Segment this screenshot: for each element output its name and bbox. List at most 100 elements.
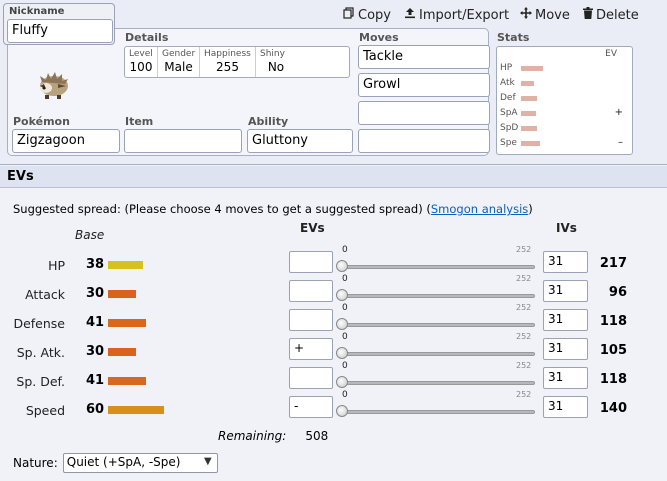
pokemon-sprite [36,64,72,102]
copy-button[interactable]: Copy [343,7,391,23]
upload-icon [404,7,416,23]
ev-slider-handle[interactable] [336,376,348,388]
ev-input[interactable] [289,309,333,331]
iv-input[interactable]: 31 [543,309,588,331]
slider-max-label: 252 [516,274,532,283]
ev-slider-track[interactable] [339,294,535,298]
ev-slider-track[interactable] [339,381,535,385]
ability-label: Ability [248,115,289,128]
stat-name: Defense [13,316,65,331]
item-input[interactable] [124,129,242,153]
details-label: Details [125,31,169,44]
stats-label: Stats [497,31,530,44]
base-stat-value: 30 [86,344,105,359]
ev-slider-handle[interactable] [336,260,348,272]
nickname-input[interactable]: Fluffy [7,19,113,43]
slider-min-label: 0 [342,361,348,371]
gender-cell: Gender Male [158,47,200,77]
slider-max-label: 252 [516,303,532,312]
iv-input[interactable]: 31 [543,367,588,389]
ivs-column-header: IVs [556,221,577,235]
slider-max-label: 252 [516,361,532,370]
pokemon-input[interactable]: Zigzagoon [12,129,120,153]
base-stat-bar [108,261,143,269]
ev-input[interactable] [289,367,333,389]
delete-label: Delete [596,7,639,23]
stat-summary-mark: + [614,107,623,118]
move-label: Move [535,7,570,23]
move-1-input[interactable]: Tackle [358,45,490,69]
nature-select[interactable]: Quiet (+SpA, -Spe) ▼ [62,453,218,473]
stat-summary-mark: – [618,137,623,148]
iv-input[interactable]: 31 [543,396,588,418]
stat-summary-row: SpD [497,123,632,135]
ev-slider-track[interactable] [339,352,535,356]
stat-total: 96 [608,285,627,300]
slider-min-label: 0 [342,245,348,255]
delete-button[interactable]: Delete [583,7,639,23]
ev-input[interactable] [289,251,333,273]
evs-section: Suggested spread: (Please choose 4 moves… [0,188,667,481]
iv-input[interactable]: 31 [543,338,588,360]
stat-summary-name: Def [500,93,516,103]
ev-slider-track[interactable] [339,323,535,327]
shiny-value: No [267,60,285,74]
copy-icon [343,7,355,23]
ev-stat-row: HP 38 0 252 31 217 [0,245,667,280]
import-export-label: Import/Export [419,7,510,23]
moves-label: Moves [359,31,399,44]
move-4-input[interactable] [358,129,490,153]
remaining-value: 508 [305,429,329,443]
gender-value: Male [164,60,193,74]
happiness-cell: Happiness 255 [200,47,256,77]
level-label: Level [129,49,153,59]
base-stat-value: 41 [86,373,105,388]
ev-stat-row: Sp. Atk. 30 +0 252 31 105 [0,332,667,367]
stat-summary-row: Atk [497,78,632,90]
stat-name: Attack [25,287,65,302]
move-2-input[interactable]: Growl [358,73,490,97]
stat-summary-name: Spe [500,138,517,148]
import-export-button[interactable]: Import/Export [404,7,509,23]
stat-name: HP [48,258,65,273]
ev-input[interactable] [289,280,333,302]
ev-slider-track[interactable] [339,265,535,269]
stat-summary-bar [521,141,540,146]
stat-summary-name: SpA [500,108,518,118]
iv-input[interactable]: 31 [543,280,588,302]
smogon-analysis-link[interactable]: Smogon analysis [431,202,528,216]
iv-input[interactable]: 31 [543,251,588,273]
move-button[interactable]: Move [520,7,570,23]
slider-max-label: 252 [516,332,532,341]
stat-name: Speed [25,403,65,418]
details-box[interactable]: Level 100 Gender Male Happiness 255 Shin… [124,46,350,78]
base-stat-bar [108,319,146,327]
suggested-text: Suggested spread: (Please choose 4 moves… [13,202,431,216]
stat-summary-bar [521,126,537,131]
suggested-spread: Suggested spread: (Please choose 4 moves… [13,202,533,216]
nickname-box: Nickname Fluffy [3,3,115,45]
base-column-header: Base [75,228,105,242]
happiness-value: 255 [216,60,239,74]
remaining-evs: Remaining: 508 [218,429,328,443]
stat-summary-bar [521,81,534,86]
stat-name: Sp. Def. [16,374,65,389]
ev-slider-handle[interactable] [336,318,348,330]
ev-slider-track[interactable] [339,410,535,414]
move-3-input[interactable] [358,101,490,125]
ability-input[interactable]: Gluttony [247,129,353,153]
ev-slider-handle[interactable] [336,347,348,359]
shiny-cell: Shiny No [256,47,296,77]
ev-slider-handle[interactable] [336,405,348,417]
remaining-label: Remaining: [218,429,287,443]
nature-row: Nature: Quiet (+SpA, -Spe) ▼ [13,453,218,473]
level-cell: Level 100 [125,47,158,77]
slider-min-label: 0 [342,274,348,284]
stats-summary[interactable]: EV HP Atk Def SpA + SpD Spe – [496,46,633,155]
ev-input[interactable]: - [289,396,333,418]
ev-input[interactable]: + [289,338,333,360]
stat-total: 140 [599,401,627,416]
evs-section-title: EVs [0,166,667,188]
stat-summary-name: Atk [500,78,515,88]
ev-slider-handle[interactable] [336,289,348,301]
